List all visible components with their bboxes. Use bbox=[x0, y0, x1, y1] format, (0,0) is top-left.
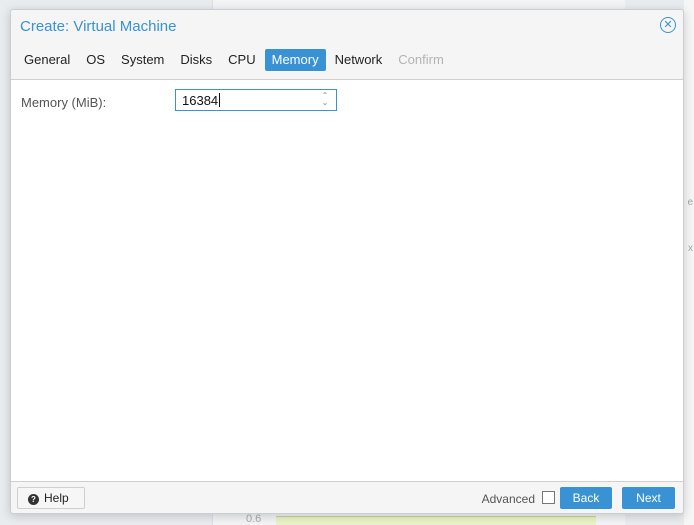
background-edge bbox=[684, 0, 694, 525]
back-button[interactable]: Back bbox=[560, 487, 612, 509]
memory-value: 16384 bbox=[182, 93, 219, 108]
tab-disks[interactable]: Disks bbox=[173, 49, 219, 71]
background-chart-tick: 0.6 bbox=[246, 513, 262, 525]
close-icon[interactable]: ✕ bbox=[660, 17, 676, 33]
text-caret bbox=[219, 93, 221, 107]
dialog-title: Create: Virtual Machine bbox=[20, 18, 177, 35]
help-button[interactable]: ? Help bbox=[17, 487, 85, 509]
dialog-footer: ? Help Advanced Back Next bbox=[11, 481, 683, 514]
memory-label: Memory (MiB): bbox=[21, 95, 107, 110]
advanced-checkbox[interactable] bbox=[542, 491, 555, 504]
next-button[interactable]: Next bbox=[622, 487, 675, 509]
background-text-fragment: e bbox=[687, 197, 693, 208]
tab-system[interactable]: System bbox=[114, 49, 171, 71]
help-button-label: Help bbox=[44, 491, 69, 505]
create-vm-dialog: Create: Virtual Machine ✕ General OS Sys… bbox=[10, 9, 684, 514]
question-icon: ? bbox=[28, 494, 39, 505]
dialog-titlebar: Create: Virtual Machine ✕ bbox=[11, 10, 683, 42]
advanced-label: Advanced bbox=[481, 492, 535, 506]
spinner-icon[interactable]: ⌃ ⌄ bbox=[320, 92, 330, 108]
background-chart-area bbox=[276, 516, 596, 525]
memory-input[interactable]: 16384 ⌃ ⌄ bbox=[175, 89, 337, 111]
tab-memory[interactable]: Memory bbox=[264, 49, 326, 71]
wizard-tabs: General OS System Disks CPU Memory Netwo… bbox=[17, 49, 453, 73]
background-text-fragment: x bbox=[688, 243, 693, 254]
tab-general[interactable]: General bbox=[17, 49, 77, 71]
tab-confirm: Confirm bbox=[398, 52, 444, 67]
tab-network[interactable]: Network bbox=[328, 49, 390, 71]
tab-cpu[interactable]: CPU bbox=[221, 49, 262, 71]
tab-os[interactable]: OS bbox=[79, 49, 112, 71]
memory-panel: Memory (MiB): 16384 ⌃ ⌄ bbox=[11, 79, 683, 482]
